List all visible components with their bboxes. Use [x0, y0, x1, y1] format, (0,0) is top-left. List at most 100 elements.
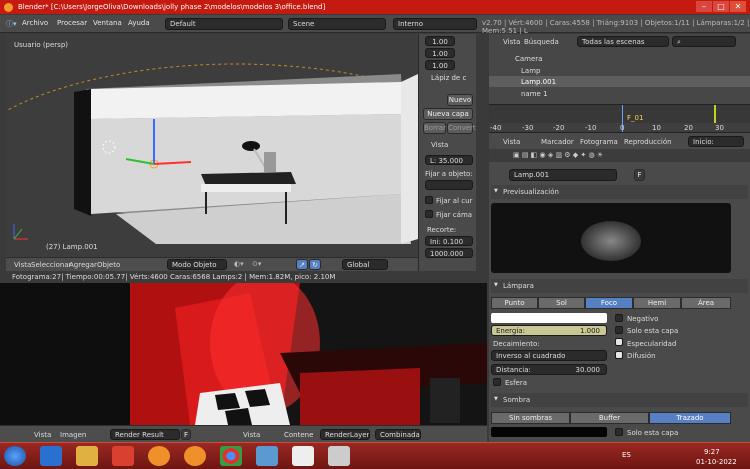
lock-object-field[interactable] — [425, 180, 473, 190]
convert-button[interactable]: Convert — [447, 122, 476, 134]
network-icon[interactable] — [256, 446, 278, 466]
this-layer-checkbox[interactable] — [615, 326, 623, 334]
outliner-item-lamp001[interactable]: Lamp.001 — [521, 78, 556, 86]
outliner-item-lamp[interactable]: Lamp — [521, 67, 540, 75]
3d-viewport[interactable]: Usuario (persp) (27) Lamp.001 — [6, 34, 418, 257]
manipulator-icon[interactable]: ↗ — [296, 259, 308, 270]
lock-camera-checkbox[interactable] — [425, 210, 433, 218]
language-indicator[interactable]: ES — [622, 451, 631, 459]
start-frame-field[interactable]: Inicio: — [688, 136, 744, 147]
lamp-panel-header[interactable]: Lámpara — [491, 279, 748, 293]
lens-field[interactable]: L: 35.000 — [425, 155, 473, 165]
shadow-panel-header[interactable]: Sombra — [491, 393, 748, 407]
start-button[interactable] — [4, 446, 26, 466]
clip-start-field[interactable]: Ini: 0.100 — [425, 236, 473, 246]
render-engine-selector[interactable]: Interno — [393, 18, 477, 30]
specular-checkbox[interactable] — [615, 338, 623, 346]
menu-help[interactable]: Ayuda — [128, 19, 150, 27]
distance-field[interactable]: Distancia: 30.000 — [491, 364, 607, 375]
scale-x-field[interactable]: 1.00 — [425, 36, 455, 46]
render-fake-user[interactable]: F — [181, 429, 191, 440]
rotate-manipulator-icon[interactable]: ↻ — [309, 259, 321, 270]
clip-end-field[interactable]: 1000.000 — [425, 248, 473, 258]
lamp-color-swatch[interactable] — [491, 313, 607, 323]
mode-selector[interactable]: Modo Objeto — [167, 259, 227, 270]
lamp-name-field[interactable]: Lamp.001 — [509, 169, 617, 181]
energy-field[interactable]: Energía: 1.000 — [491, 325, 607, 336]
lamp-type-spot[interactable]: Foco — [585, 297, 633, 309]
lamp-type-sun[interactable]: Sol — [538, 297, 585, 309]
negative-checkbox[interactable] — [615, 314, 623, 322]
shading-icon[interactable]: ◐▾ — [234, 260, 244, 268]
properties-tab-icons[interactable]: ▣ ▤ ◧ ◉ ◈ ▥ ⚙ ◆ ✦ ◍ ☀ — [513, 151, 603, 159]
render-layer-selector[interactable]: RenderLayer — [320, 429, 370, 440]
scale-y-field[interactable]: 1.00 — [425, 48, 455, 58]
layout-selector[interactable]: Default — [165, 18, 283, 30]
orientation-selector[interactable]: Global — [342, 259, 388, 270]
render-pass-selector[interactable]: Combinada — [375, 429, 421, 440]
blender-active-icon[interactable] — [184, 446, 206, 466]
render-result-field[interactable]: Render Result — [110, 429, 180, 440]
shadow-buffer[interactable]: Buffer — [570, 412, 649, 424]
lamp-type-area[interactable]: Área — [681, 297, 731, 309]
outliner-view-menu[interactable]: Vista — [503, 38, 520, 46]
shadow-raytrace[interactable]: Trazado — [649, 412, 731, 424]
media-icon[interactable] — [112, 446, 134, 466]
outliner-search-menu[interactable]: Búsqueda — [524, 38, 559, 46]
blender-icon[interactable] — [148, 446, 170, 466]
add-menu[interactable]: Agregar — [69, 261, 97, 269]
pivot-icon[interactable]: ⊙▾ — [252, 260, 261, 268]
tools-icon[interactable] — [328, 446, 350, 466]
scene-selector[interactable]: Scene — [288, 18, 386, 30]
image-menu[interactable]: Imagen — [60, 431, 86, 439]
clock-date[interactable]: 01-10-2022 — [696, 458, 737, 466]
shadow-none[interactable]: Sin sombras — [491, 412, 570, 424]
menu-file[interactable]: Archivo — [22, 19, 48, 27]
viewport-label: Usuario (persp) — [14, 41, 69, 49]
select-menu[interactable]: Seleccionar — [31, 261, 72, 269]
marker-menu[interactable]: Marcador — [541, 138, 574, 146]
lamp-type-point[interactable]: Punto — [491, 297, 538, 309]
lamp-type-hemi[interactable]: Hemi — [633, 297, 681, 309]
tick: 10 — [652, 124, 661, 132]
outliner-item-camera[interactable]: Camera — [515, 55, 542, 63]
preview-panel-header[interactable]: Previsualización — [491, 185, 748, 199]
menu-render[interactable]: Procesar — [57, 19, 87, 27]
menu-window[interactable]: Ventana — [93, 19, 122, 27]
timeline[interactable]: F_01 -40 -30 -20 -10 0 10 20 30 — [489, 104, 750, 133]
fake-user-button[interactable]: F — [634, 169, 645, 181]
render-view-selector[interactable]: Vista — [243, 431, 260, 439]
ie-icon[interactable] — [40, 446, 62, 466]
lock-cursor-checkbox[interactable] — [425, 196, 433, 204]
object-menu[interactable]: Objeto — [97, 261, 120, 269]
sphere-checkbox[interactable] — [493, 378, 501, 386]
shadow-color-swatch[interactable] — [491, 427, 607, 437]
diffuse-checkbox[interactable] — [615, 351, 623, 359]
minimize-button[interactable]: – — [696, 1, 712, 12]
frame-menu[interactable]: Fotograma — [580, 138, 618, 146]
render-content-selector[interactable]: Contene — [284, 431, 313, 439]
shadow-layer-checkbox[interactable] — [615, 428, 623, 436]
close-button[interactable]: ✕ — [730, 1, 746, 12]
falloff-selector[interactable]: Inverso al cuadrado — [491, 350, 607, 361]
outliner-item-name1[interactable]: name 1 — [521, 90, 548, 98]
viewport-scene — [6, 63, 418, 257]
tool-scrollbar[interactable] — [476, 34, 486, 271]
erase-button[interactable]: Borrar — [423, 122, 446, 134]
chrome-icon[interactable] — [220, 446, 242, 466]
new-layer-button[interactable]: Nueva capa — [423, 108, 473, 120]
falloff-label: Decaimiento: — [493, 340, 540, 348]
clock-time[interactable]: 9:27 — [704, 448, 720, 456]
scale-z-field[interactable]: 1.00 — [425, 60, 455, 70]
playback-menu[interactable]: Reproducción — [624, 138, 672, 146]
maximize-button[interactable]: □ — [713, 1, 729, 12]
view-menu[interactable]: Vista — [14, 261, 31, 269]
paint-icon[interactable] — [292, 446, 314, 466]
outliner-filter[interactable]: Todas las escenas — [577, 36, 669, 47]
info-editor-icon[interactable]: ⓘ▾ — [6, 19, 17, 29]
outliner-search-input[interactable]: ⌕ — [672, 36, 736, 47]
new-grease-button[interactable]: Nuevo — [447, 94, 473, 106]
image-view-menu[interactable]: Vista — [34, 431, 51, 439]
folder-icon[interactable] — [76, 446, 98, 466]
timeline-view-menu[interactable]: Vista — [503, 138, 520, 146]
